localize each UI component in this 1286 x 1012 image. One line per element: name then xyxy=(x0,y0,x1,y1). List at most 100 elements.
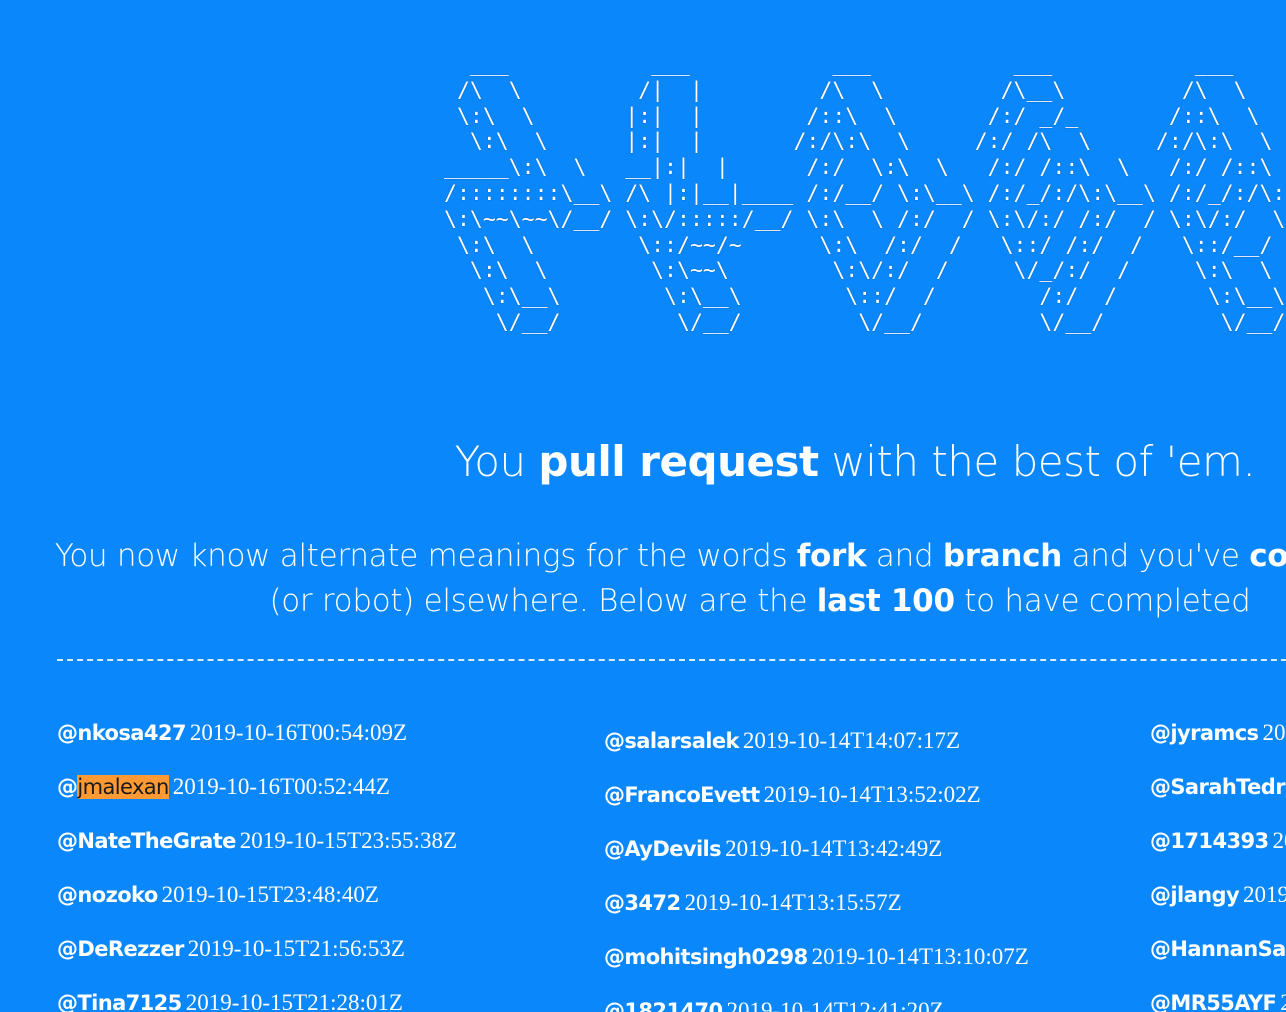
user-handle-link[interactable]: @HannanSal xyxy=(1150,937,1286,961)
user-handle-link[interactable]: @jyramcs xyxy=(1150,721,1259,745)
completion-timestamp: 2019-10-14T12:41:20Z xyxy=(726,998,944,1012)
username: nozoko xyxy=(77,883,158,907)
username: 1821470 xyxy=(624,999,723,1012)
username: MR55AYF xyxy=(1170,991,1277,1012)
page: ___ ___ ___ ___ ___ /\ \ /| | /\ \ /\__\… xyxy=(0,0,1286,1012)
at-sign: @ xyxy=(57,775,78,799)
username: NateTheGrate xyxy=(77,829,236,853)
username: DeRezzer xyxy=(77,937,184,961)
user-handle-link[interactable]: @1821470 xyxy=(604,999,723,1012)
at-sign: @ xyxy=(57,721,78,745)
completion-timestamp: 20 xyxy=(1262,720,1286,745)
completion-timestamp: 2019-10-14T13:52:02Z xyxy=(763,782,981,807)
username: 3472 xyxy=(624,891,681,915)
at-sign: @ xyxy=(57,829,78,853)
at-sign: @ xyxy=(57,991,78,1012)
username: Tina7125 xyxy=(77,991,182,1012)
username: jmalexan xyxy=(77,775,169,799)
tagline-bold: pull request xyxy=(538,437,819,486)
intro-text: You now know alternate meanings for the … xyxy=(0,534,1286,624)
completion-entry: @SarahTedro xyxy=(1150,774,1286,800)
divider xyxy=(57,659,1286,661)
username: AyDevils xyxy=(624,837,722,861)
ascii-logo: ___ ___ ___ ___ ___ /\ \ /| | /\ \ /\__\… xyxy=(444,52,1286,335)
completion-timestamp: 2019-10-14T13:10:07Z xyxy=(811,944,1029,969)
at-sign: @ xyxy=(604,999,625,1012)
username: jyramcs xyxy=(1170,721,1259,745)
completion-timestamp: 2019-10-16T00:52:44Z xyxy=(172,774,390,799)
intro-l2-a: (or robot) elsewhere. Below are the xyxy=(269,583,817,619)
user-handle-link[interactable]: @jlangy xyxy=(1150,883,1240,907)
user-handle-link[interactable]: @jmalexan xyxy=(57,775,169,799)
completion-entry: @HannanSal xyxy=(1150,936,1286,962)
username: FrancoEvett xyxy=(624,783,760,807)
at-sign: @ xyxy=(604,945,625,969)
completion-entry: @3472 2019-10-14T13:15:57Z xyxy=(604,890,902,916)
intro-l2-last100: last 100 xyxy=(816,583,955,619)
at-sign: @ xyxy=(57,937,78,961)
intro-l1-e: and you've xyxy=(1062,538,1250,574)
completion-entry: @171439320 xyxy=(1150,828,1286,854)
user-handle-link[interactable]: @mohitsingh0298 xyxy=(604,945,808,969)
completion-timestamp: 2019-10-16T00:54:09Z xyxy=(189,720,408,745)
username: mohitsingh0298 xyxy=(624,945,808,969)
intro-l1-a: You now know alternate meanings for the … xyxy=(54,538,797,574)
completion-entry: @Tina7125 2019-10-15T21:28:01Z xyxy=(57,990,403,1012)
completion-entry: @mohitsingh0298 2019-10-14T13:10:07Z xyxy=(604,944,1029,970)
completion-entry: @nkosa427 2019-10-16T00:54:09Z xyxy=(57,720,407,746)
completion-timestamp: 2019-10-15T23:55:38Z xyxy=(239,828,457,853)
at-sign: @ xyxy=(1150,883,1171,907)
at-sign: @ xyxy=(604,891,625,915)
user-handle-link[interactable]: @1714393 xyxy=(1150,829,1269,853)
at-sign: @ xyxy=(1150,829,1171,853)
user-handle-link[interactable]: @3472 xyxy=(604,891,681,915)
intro-l1-branch: branch xyxy=(942,538,1063,574)
username: SarahTedro xyxy=(1170,775,1286,799)
completion-timestamp: 2019-10-14T14:07:17Z xyxy=(742,728,961,753)
user-handle-link[interactable]: @AyDevils xyxy=(604,837,722,861)
completion-timestamp: 2( xyxy=(1280,990,1286,1012)
user-handle-link[interactable]: @FrancoEvett xyxy=(604,783,760,807)
intro-l1-c: and xyxy=(866,538,943,574)
completion-timestamp: 2019-10-14T13:42:49Z xyxy=(725,836,943,861)
username: HannanSal xyxy=(1170,937,1286,961)
intro-l2-c: to have completed xyxy=(954,583,1251,619)
completion-entry: @jlangy 2019 xyxy=(1150,882,1286,908)
at-sign: @ xyxy=(604,837,625,861)
at-sign: @ xyxy=(1150,721,1171,745)
completion-entry: @nozoko 2019-10-15T23:48:40Z xyxy=(57,882,379,908)
username: 1714393 xyxy=(1170,829,1269,853)
user-handle-link[interactable]: @NateTheGrate xyxy=(57,829,236,853)
user-handle-link[interactable]: @nkosa427 xyxy=(57,721,187,745)
tagline-pre: You xyxy=(454,437,539,486)
at-sign: @ xyxy=(57,883,78,907)
completion-timestamp: 2019-10-15T21:28:01Z xyxy=(185,990,403,1012)
completion-entry: @AyDevils 2019-10-14T13:42:49Z xyxy=(604,836,942,862)
completion-entry: @jmalexan 2019-10-16T00:52:44Z xyxy=(57,774,390,800)
user-handle-link[interactable]: @MR55AYF xyxy=(1150,991,1277,1012)
tagline: You pull request with the best of 'em. xyxy=(0,437,1286,486)
username: nkosa427 xyxy=(77,721,186,745)
at-sign: @ xyxy=(604,783,625,807)
at-sign: @ xyxy=(1150,775,1171,799)
user-handle-link[interactable]: @nozoko xyxy=(57,883,158,907)
completion-entry: @1821470 2019-10-14T12:41:20Z xyxy=(604,998,944,1012)
completion-timestamp: 2019-10-15T21:56:53Z xyxy=(187,936,405,961)
completion-timestamp: 2019-10-14T13:15:57Z xyxy=(684,890,902,915)
completion-timestamp: 20 xyxy=(1272,828,1286,853)
user-handle-link[interactable]: @SarahTedro xyxy=(1150,775,1286,799)
user-handle-link[interactable]: @DeRezzer xyxy=(57,937,184,961)
at-sign: @ xyxy=(1150,991,1171,1012)
completion-entry: @DeRezzer 2019-10-15T21:56:53Z xyxy=(57,936,405,962)
completion-entry: @jyramcs 20 xyxy=(1150,720,1285,746)
username: salarsalek xyxy=(624,729,739,753)
intro-l1-fork: fork xyxy=(796,538,867,574)
intro-line-2: (or robot) elsewhere. Below are the last… xyxy=(0,579,1286,624)
user-handle-link[interactable]: @salarsalek xyxy=(604,729,739,753)
intro-line-1: You now know alternate meanings for the … xyxy=(0,534,1286,579)
at-sign: @ xyxy=(1150,937,1171,961)
completion-entry: @MR55AYF2( xyxy=(1150,990,1286,1012)
user-handle-link[interactable]: @Tina7125 xyxy=(57,991,182,1012)
tagline-post: with the best of 'em. xyxy=(818,437,1256,486)
completion-entry: @salarsalek 2019-10-14T14:07:17Z xyxy=(604,728,960,754)
